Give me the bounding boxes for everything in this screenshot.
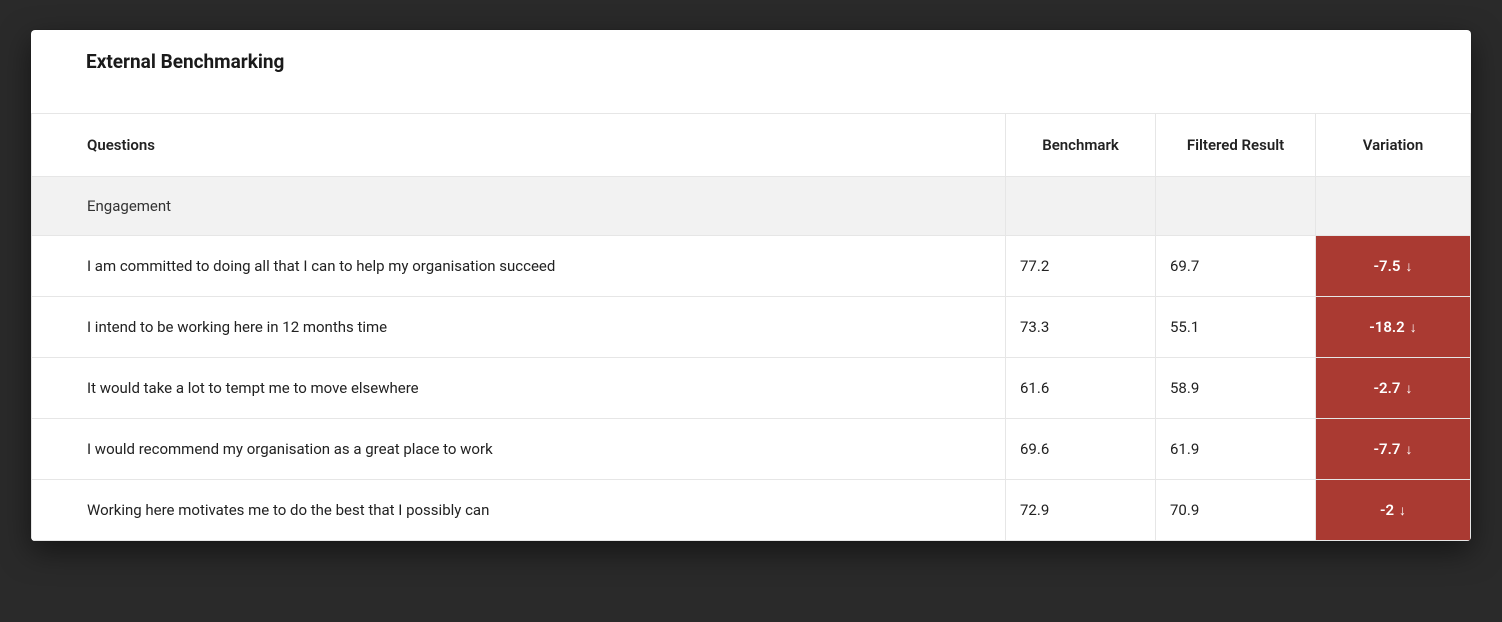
benchmark-cell: 61.6 [1006, 358, 1156, 419]
question-cell: I intend to be working here in 12 months… [32, 297, 1006, 358]
variation-cell: -7.7↓ [1316, 419, 1471, 480]
col-header-benchmark: Benchmark [1006, 114, 1156, 177]
table-row: Working here motivates me to do the best… [32, 480, 1471, 541]
category-label: Engagement [32, 177, 1006, 236]
arrow-down-icon: ↓ [1405, 259, 1412, 275]
benchmark-cell: 77.2 [1006, 236, 1156, 297]
filtered-cell: 61.9 [1156, 419, 1316, 480]
question-cell: It would take a lot to tempt me to move … [32, 358, 1006, 419]
filtered-cell: 58.9 [1156, 358, 1316, 419]
variation-value: -18.2 [1369, 318, 1404, 336]
variation-value: -7.5 [1374, 257, 1401, 275]
benchmark-cell: 72.9 [1006, 480, 1156, 541]
table-row: I intend to be working here in 12 months… [32, 297, 1471, 358]
col-header-filtered: Filtered Result [1156, 114, 1316, 177]
benchmark-cell: 73.3 [1006, 297, 1156, 358]
panel-title: External Benchmarking [31, 30, 1471, 113]
question-cell: I am committed to doing all that I can t… [32, 236, 1006, 297]
table-header-row: Questions Benchmark Filtered Result Vari… [32, 114, 1471, 177]
variation-cell: -2 ↓ [1316, 480, 1471, 541]
filtered-cell: 70.9 [1156, 480, 1316, 541]
arrow-down-icon: ↓ [1399, 503, 1406, 519]
benchmarking-panel: External Benchmarking Questions Benchmar… [31, 30, 1471, 541]
variation-cell: -2.7↓ [1316, 358, 1471, 419]
table-row: I would recommend my organisation as a g… [32, 419, 1471, 480]
variation-cell: -7.5↓ [1316, 236, 1471, 297]
variation-value: -7.7 [1374, 440, 1401, 458]
benchmark-table: Questions Benchmark Filtered Result Vari… [31, 113, 1471, 541]
col-header-questions: Questions [32, 114, 1006, 177]
variation-cell: -18.2 ↓ [1316, 297, 1471, 358]
arrow-down-icon: ↓ [1405, 381, 1412, 397]
category-row: Engagement [32, 177, 1471, 236]
variation-value: -2.7 [1374, 379, 1401, 397]
filtered-cell: 55.1 [1156, 297, 1316, 358]
col-header-variation: Variation [1316, 114, 1471, 177]
question-cell: I would recommend my organisation as a g… [32, 419, 1006, 480]
question-cell: Working here motivates me to do the best… [32, 480, 1006, 541]
table-row: It would take a lot to tempt me to move … [32, 358, 1471, 419]
arrow-down-icon: ↓ [1410, 320, 1417, 336]
benchmark-cell: 69.6 [1006, 419, 1156, 480]
table-row: I am committed to doing all that I can t… [32, 236, 1471, 297]
variation-value: -2 [1380, 501, 1394, 519]
arrow-down-icon: ↓ [1405, 442, 1412, 458]
filtered-cell: 69.7 [1156, 236, 1316, 297]
